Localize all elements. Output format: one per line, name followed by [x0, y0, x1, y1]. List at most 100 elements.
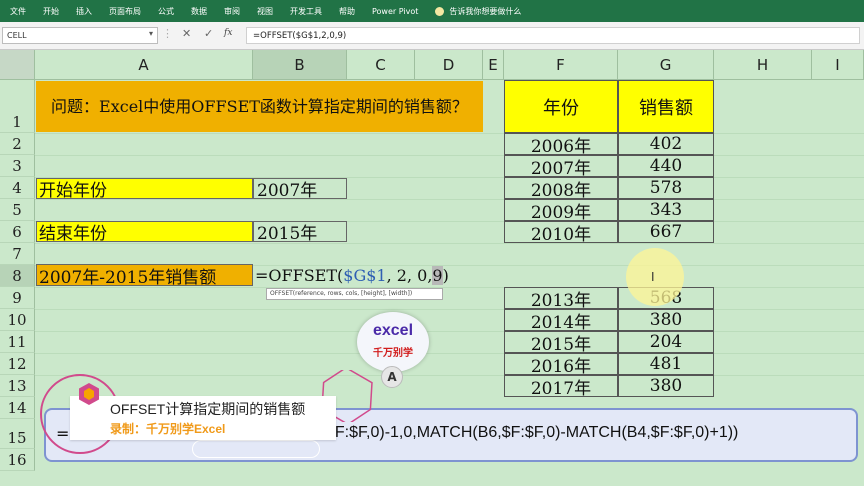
row-header-3[interactable]: 3 [0, 155, 35, 177]
cursor-highlight [626, 248, 684, 306]
table-cell-sales[interactable]: 402 [618, 133, 714, 155]
column-header-e[interactable]: E [483, 50, 504, 80]
grid-line [35, 199, 864, 200]
row-header-11[interactable]: 11 [0, 331, 35, 353]
formula-prefix: =OFFSET( [255, 265, 344, 285]
start-year-label[interactable]: 开始年份 [36, 178, 253, 199]
column-header-c[interactable]: C [347, 50, 415, 80]
column-header-g[interactable]: G [618, 50, 714, 80]
formula-input[interactable]: =OFFSET($G$1,2,0,9) [246, 27, 860, 44]
formula-reference: $G$1 [343, 265, 387, 285]
tab-developer[interactable]: 开发工具 [290, 6, 322, 17]
formula-close: ) [442, 265, 449, 285]
row-header-10[interactable]: 10 [0, 309, 35, 331]
cancel-icon[interactable]: ✕ [182, 27, 191, 40]
tab-view[interactable]: 视图 [257, 6, 273, 17]
end-year-value[interactable]: 2015年 [253, 221, 347, 242]
table-cell-sales[interactable]: 481 [618, 353, 714, 375]
enter-icon[interactable]: ✓ [204, 27, 213, 40]
lightbulb-icon [435, 6, 445, 16]
logo-brand: 千万别学 [373, 348, 413, 359]
table-cell-sales[interactable]: 380 [618, 375, 714, 397]
banner-formula-text: $F:$F,0)-1,0,MATCH(B6,$F:$F,0)-MATCH(B4,… [326, 424, 739, 441]
table-cell-year[interactable]: 2007年 [504, 155, 618, 177]
tab-insert[interactable]: 插入 [76, 6, 92, 17]
table-cell-sales[interactable]: 667 [618, 221, 714, 243]
row-header-4[interactable]: 4 [0, 177, 35, 199]
row-header-13[interactable]: 13 [0, 375, 35, 397]
table-cell-year[interactable]: 2013年 [504, 287, 618, 309]
table-cell-year[interactable]: 2015年 [504, 331, 618, 353]
table-cell-year[interactable]: 2014年 [504, 309, 618, 331]
caption-title: OFFSET计算指定期间的销售额 [110, 401, 306, 417]
row-header-9[interactable]: 9 [0, 287, 35, 309]
table-header-year[interactable]: 年份 [504, 80, 618, 133]
table-cell-year[interactable]: 2010年 [504, 221, 618, 243]
start-year-value[interactable]: 2007年 [253, 178, 347, 199]
table-cell-sales[interactable]: 380 [618, 309, 714, 331]
formula-last-argument: 9 [432, 265, 443, 285]
period-sales-label[interactable]: 2007年-2015年销售额 [36, 264, 253, 286]
grid-line [35, 375, 864, 376]
row-header-1[interactable]: 1 [0, 80, 35, 133]
table-cell-sales[interactable]: 204 [618, 331, 714, 353]
text-cursor-icon: I [651, 270, 655, 284]
table-cell-sales[interactable]: 440 [618, 155, 714, 177]
column-header-i[interactable]: I [812, 50, 864, 80]
tell-me-label: 告诉我你想要做什么 [449, 6, 522, 16]
grid-line [35, 309, 864, 310]
hexagon-logo-icon [79, 383, 99, 405]
grid-line [35, 287, 864, 288]
table-cell-sales[interactable]: 343 [618, 199, 714, 221]
row-header-15[interactable]: 15 [0, 419, 35, 449]
table-cell-year[interactable]: 2008年 [504, 177, 618, 199]
insert-function-icon[interactable]: fx [224, 28, 232, 38]
title-cell[interactable]: 问题：Excel中使用OFFSET函数计算指定期间的销售额？ [36, 81, 483, 132]
ribbon-tabs: 文件 开始 插入 页面布局 公式 数据 审阅 视图 开发工具 帮助 Power … [0, 0, 864, 22]
logo-word: excel [372, 322, 414, 339]
tab-file[interactable]: 文件 [10, 6, 26, 17]
table-cell-year[interactable]: 2016年 [504, 353, 618, 375]
row-header-2[interactable]: 2 [0, 133, 35, 155]
row-header-8[interactable]: 8 [0, 265, 35, 287]
tab-review[interactable]: 审阅 [224, 6, 240, 17]
row-header-14[interactable]: 14 [0, 397, 35, 419]
chevron-down-icon[interactable]: ▾ [149, 29, 153, 38]
table-cell-year[interactable]: 2006年 [504, 133, 618, 155]
excel-watermark-logo: excel 千万别学 [357, 312, 429, 372]
select-all-corner[interactable] [0, 50, 35, 80]
tab-power-pivot[interactable]: Power Pivot [372, 7, 418, 16]
tab-home[interactable]: 开始 [43, 6, 59, 17]
table-cell-sales[interactable]: 578 [618, 177, 714, 199]
formula-bar: CELL ▾ ⋮ ✕ ✓ fx =OFFSET($G$1,2,0,9) [0, 22, 864, 50]
column-header-h[interactable]: H [714, 50, 812, 80]
grid-line [35, 133, 864, 134]
function-tooltip: OFFSET(reference, rows, cols, [height], … [266, 288, 443, 300]
column-header-d[interactable]: D [415, 50, 483, 80]
row-header-6[interactable]: 6 [0, 221, 35, 243]
formula-arguments: , 2, 0, [386, 265, 433, 285]
tell-me-search[interactable]: 告诉我你想要做什么 [435, 6, 521, 17]
name-box-value: CELL [7, 31, 27, 40]
grid-line [35, 243, 864, 244]
table-header-sales[interactable]: 销售额 [618, 80, 714, 133]
row-header-12[interactable]: 12 [0, 353, 35, 375]
tab-help[interactable]: 帮助 [339, 6, 355, 17]
grid-line [35, 353, 864, 354]
tab-formulas[interactable]: 公式 [158, 6, 174, 17]
table-cell-year[interactable]: 2009年 [504, 199, 618, 221]
row-header-16[interactable]: 16 [0, 449, 35, 471]
column-header-b[interactable]: B [253, 50, 347, 80]
column-header-a[interactable]: A [35, 50, 253, 80]
name-box[interactable]: CELL ▾ [2, 27, 158, 44]
logo-badge: A [381, 366, 403, 388]
column-header-f[interactable]: F [504, 50, 618, 80]
tab-page-layout[interactable]: 页面布局 [109, 6, 141, 17]
tab-data[interactable]: 数据 [191, 6, 207, 17]
more-icon: ⋮ [162, 27, 173, 40]
row-header-7[interactable]: 7 [0, 243, 35, 265]
end-year-label[interactable]: 结束年份 [36, 221, 253, 242]
table-cell-year[interactable]: 2017年 [504, 375, 618, 397]
row-header-5[interactable]: 5 [0, 199, 35, 221]
editing-formula-cell[interactable]: =OFFSET($G$1, 2, 0, 9) [255, 264, 455, 286]
